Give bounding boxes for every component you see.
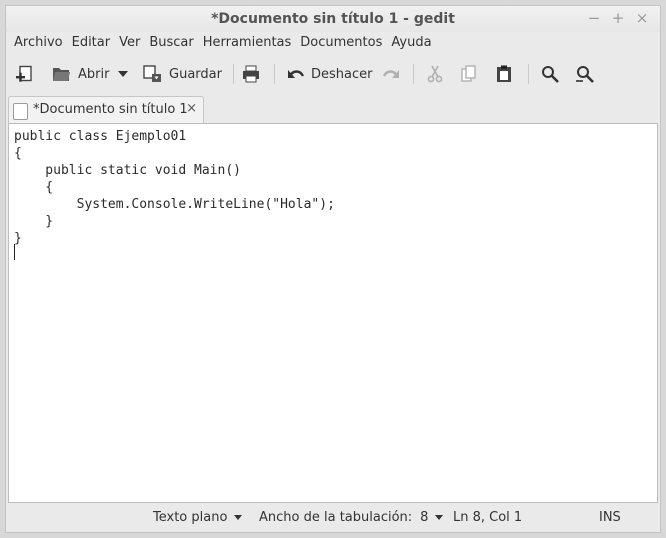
menu-ver[interactable]: Ver (115, 32, 145, 54)
undo-button[interactable]: Deshacer (287, 60, 372, 88)
chevron-down-icon (234, 515, 243, 520)
tab-documento-1[interactable]: *Documento sin título 1 × (8, 96, 204, 124)
close-tab-icon[interactable]: × (186, 101, 197, 116)
print-icon (243, 65, 259, 83)
menu-documentos[interactable]: Documentos (296, 32, 387, 54)
open-button[interactable]: Abrir (52, 60, 109, 88)
document-tab-bar: *Documento sin título 1 × (6, 96, 660, 124)
open-folder-icon (53, 68, 70, 81)
cursor-position: Ln 8, Col 1 (453, 510, 523, 525)
toolbar-separator (233, 64, 234, 84)
gedit-window: *Documento sin título 1 - gedit − + × Ar… (5, 5, 661, 533)
code-line: } (14, 214, 54, 229)
status-bar: Texto plano Ancho de la tabulación: 8 Ln… (6, 506, 660, 530)
toolbar-separator (274, 64, 275, 84)
redo-button[interactable] (382, 60, 400, 88)
window-title: *Documento sin título 1 - gedit (211, 11, 455, 27)
menu-archivo[interactable]: Archivo (6, 32, 68, 54)
paste-icon (497, 65, 511, 82)
new-document-icon (16, 65, 32, 82)
text-cursor (14, 244, 15, 260)
save-label: Guardar (169, 66, 222, 82)
language-label: Texto plano (153, 510, 228, 525)
toolbar-separator (413, 64, 414, 84)
code-line: public class Ejemplo01 (14, 129, 187, 144)
document-icon (13, 103, 28, 120)
text-editor[interactable]: public class Ejemplo01 { public static vo… (8, 123, 658, 503)
menu-buscar[interactable]: Buscar (145, 32, 198, 54)
recent-files-dropdown[interactable] (117, 60, 129, 88)
code-line: System.Console.WriteLine("Hola"); (14, 197, 335, 212)
minimize-button[interactable]: − (586, 9, 602, 27)
search-replace-icon (576, 66, 594, 83)
insert-mode: INS (599, 510, 621, 525)
title-bar[interactable]: *Documento sin título 1 - gedit − + × (6, 6, 660, 32)
tab-width-value: 8 (420, 510, 429, 525)
menu-ayuda[interactable]: Ayuda (387, 32, 436, 54)
copy-button[interactable] (460, 60, 478, 88)
code-line: } (14, 231, 22, 246)
cut-icon (427, 65, 443, 83)
save-button[interactable]: Guardar (143, 60, 222, 88)
undo-icon (288, 70, 305, 78)
find-replace-button[interactable] (575, 60, 595, 88)
tab-width-label: Ancho de la tabulación: (259, 510, 413, 525)
paste-button[interactable] (495, 60, 513, 88)
menu-editar[interactable]: Editar (68, 32, 116, 54)
code-line: public static void Main() (14, 163, 241, 178)
chevron-down-icon (118, 71, 128, 77)
search-icon (542, 66, 559, 83)
undo-label: Deshacer (311, 66, 373, 82)
toolbar-separator (528, 64, 529, 84)
chevron-down-icon (435, 515, 444, 520)
print-button[interactable] (242, 60, 260, 88)
menu-herramientas[interactable]: Herramientas (199, 32, 297, 54)
save-icon (143, 65, 161, 82)
code-line: { (14, 146, 22, 161)
open-label: Abrir (78, 66, 110, 82)
toolbar: Abrir Guardar Deshacer (6, 58, 660, 90)
maximize-button[interactable]: + (610, 9, 626, 27)
language-selector[interactable]: Texto plano (153, 510, 243, 525)
editor-content: public class Ejemplo01 { public static vo… (9, 124, 657, 247)
copy-icon (461, 65, 476, 82)
tab-label: *Documento sin título 1 (33, 102, 188, 117)
menu-bar: Archivo Editar Ver Buscar Herramientas D… (6, 32, 437, 54)
tab-width-selector[interactable]: Ancho de la tabulación: 8 (259, 510, 444, 525)
code-line: { (14, 180, 54, 195)
cut-button[interactable] (426, 60, 444, 88)
find-button[interactable] (541, 60, 559, 88)
new-button[interactable] (16, 60, 34, 88)
redo-icon (382, 70, 399, 78)
close-button[interactable]: × (634, 9, 650, 27)
